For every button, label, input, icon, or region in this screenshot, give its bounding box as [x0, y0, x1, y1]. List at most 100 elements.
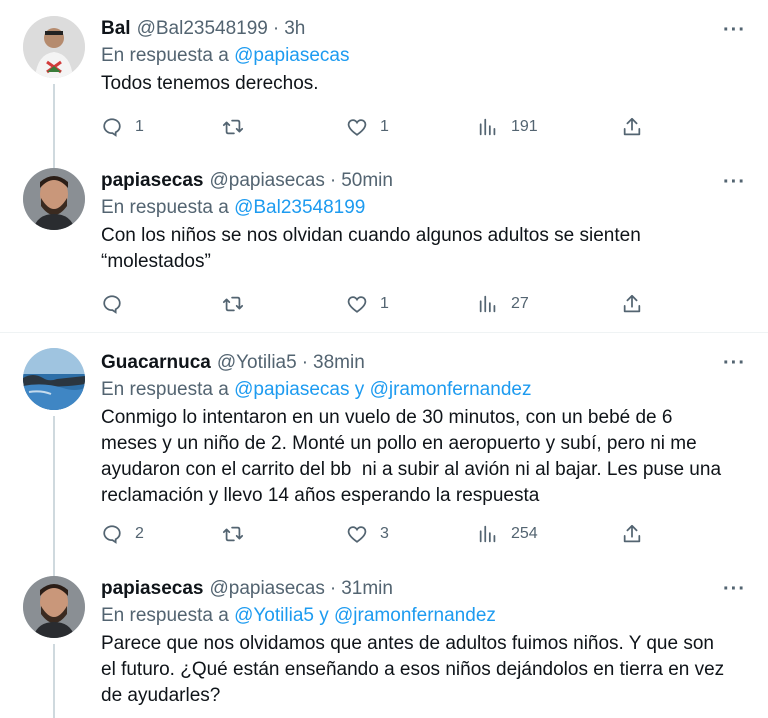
view-count: 191	[511, 118, 538, 135]
author-name[interactable]: Bal	[101, 17, 131, 41]
reply-context: En respuesta a @Bal23548199	[101, 196, 746, 220]
reply-context: En respuesta a @Yotilia5 y @jramonfernan…	[101, 604, 746, 628]
mention-link[interactable]: @Yotilia5	[234, 605, 314, 626]
share-button[interactable]	[621, 293, 643, 315]
views-icon	[479, 525, 496, 543]
reply-button[interactable]: 2	[101, 523, 144, 545]
retweet-button[interactable]	[222, 116, 244, 138]
share-icon	[623, 117, 641, 136]
reply-prefix: En respuesta a	[101, 197, 229, 218]
reply-prefix: En respuesta a	[101, 379, 229, 400]
retweet-button[interactable]	[222, 293, 244, 315]
reply-prefix: En respuesta a	[101, 605, 229, 626]
tweet-text: Todos tenemos derechos.	[101, 73, 319, 94]
retweet-icon	[222, 296, 244, 312]
thread-line	[53, 416, 55, 567]
thread-line	[53, 644, 55, 718]
mention-link[interactable]: @papiasecas	[234, 45, 349, 66]
retweet-icon	[222, 119, 244, 135]
mention-link[interactable]: @Bal23548199	[234, 197, 365, 218]
thread-line	[53, 567, 55, 576]
mention-link[interactable]: @jramonfernandez	[370, 379, 532, 400]
action-bar: 1 27	[101, 293, 746, 317]
separator-dot: ·	[329, 170, 337, 191]
share-icon	[623, 524, 641, 543]
more-icon[interactable]: ···	[723, 353, 746, 373]
timestamp[interactable]: 31min	[341, 577, 393, 601]
like-button[interactable]: 1	[346, 293, 389, 315]
more-icon[interactable]: ···	[723, 20, 746, 40]
tweet-text: Con los niños se nos olvidan cuando algu…	[101, 225, 641, 272]
separator-dot: ·	[329, 578, 337, 599]
avatar[interactable]	[23, 576, 85, 638]
reply-context: En respuesta a @papiasecas y @jramonfern…	[101, 378, 746, 402]
action-bar: 2 3 254	[101, 523, 746, 547]
author-handle[interactable]: @Bal23548199	[137, 17, 268, 41]
avatar[interactable]	[23, 168, 85, 230]
views-icon	[479, 118, 496, 136]
view-count: 254	[511, 525, 538, 542]
avatar-guacarnuca-image	[23, 348, 85, 410]
like-button[interactable]: 1	[346, 116, 389, 138]
like-icon	[347, 526, 367, 543]
action-bar: 1 1 191	[101, 116, 746, 140]
retweet-icon	[222, 526, 244, 542]
mention-link[interactable]: @jramonfernandez	[334, 605, 496, 626]
like-count: 1	[380, 118, 389, 135]
timestamp[interactable]: 3h	[284, 17, 305, 41]
author-name[interactable]: papiasecas	[101, 577, 203, 601]
author-handle[interactable]: @Yotilia5	[217, 351, 297, 375]
view-count: 27	[511, 295, 529, 312]
like-count: 3	[380, 525, 389, 542]
timestamp[interactable]: 50min	[341, 169, 393, 193]
share-button[interactable]	[621, 523, 643, 545]
tweet-3[interactable]: Guacarnuca @Yotilia5 · 38min En respuest…	[0, 333, 768, 567]
separator-dot: ·	[272, 18, 280, 39]
separator-dot: ·	[301, 352, 309, 373]
views-button[interactable]: 27	[477, 293, 529, 315]
like-button[interactable]: 3	[346, 523, 389, 545]
author-name[interactable]: papiasecas	[101, 169, 203, 193]
tweet-text: Conmigo lo intentaron en un vuelo de 30 …	[101, 407, 722, 506]
author-name[interactable]: Guacarnuca	[101, 351, 211, 375]
tweet-header: papiasecas @papiasecas · 31min	[101, 577, 746, 601]
tweet-2[interactable]: papiasecas @papiasecas · 50min En respue…	[0, 164, 768, 333]
avatar[interactable]	[23, 16, 85, 78]
avatar[interactable]	[23, 348, 85, 410]
avatar-papiasecas-image	[23, 576, 85, 638]
like-count: 1	[380, 295, 389, 312]
reply-context: En respuesta a @papiasecas	[101, 44, 746, 68]
share-button[interactable]	[621, 116, 643, 138]
tweet-4[interactable]: papiasecas @papiasecas · 31min En respue…	[0, 567, 768, 718]
reply-count: 1	[135, 118, 144, 135]
author-handle[interactable]: @papiasecas	[209, 169, 324, 193]
tweet-header: Guacarnuca @Yotilia5 · 38min	[101, 351, 746, 375]
more-icon[interactable]: ···	[723, 579, 746, 599]
mention-link[interactable]: @papiasecas	[234, 379, 349, 400]
mention-joiner: y	[354, 379, 365, 400]
tweet-text: Parece que nos olvidamos que antes de ad…	[101, 633, 725, 706]
reply-button[interactable]: 1	[101, 116, 144, 138]
views-button[interactable]: 191	[477, 116, 538, 138]
author-handle[interactable]: @papiasecas	[209, 577, 324, 601]
timestamp[interactable]: 38min	[313, 351, 365, 375]
tweet-header: papiasecas @papiasecas · 50min	[101, 169, 746, 193]
tweet-header: Bal @Bal23548199 · 3h	[101, 17, 746, 41]
avatar-bal-image	[23, 16, 85, 78]
like-icon	[347, 119, 367, 136]
share-icon	[623, 294, 641, 313]
tweet-1[interactable]: Bal @Bal23548199 · 3h En respuesta a @pa…	[0, 0, 768, 164]
reply-button[interactable]	[101, 293, 123, 315]
mention-joiner: y	[319, 605, 329, 626]
like-icon	[347, 296, 367, 313]
reply-icon	[103, 525, 121, 544]
reply-icon	[103, 295, 121, 314]
retweet-button[interactable]	[222, 523, 244, 545]
views-button[interactable]: 254	[477, 523, 538, 545]
reply-count: 2	[135, 525, 144, 542]
reply-icon	[103, 118, 121, 137]
more-icon[interactable]: ···	[723, 172, 746, 192]
views-icon	[479, 295, 496, 313]
avatar-papiasecas-image	[23, 168, 85, 230]
thread-line	[53, 84, 55, 164]
